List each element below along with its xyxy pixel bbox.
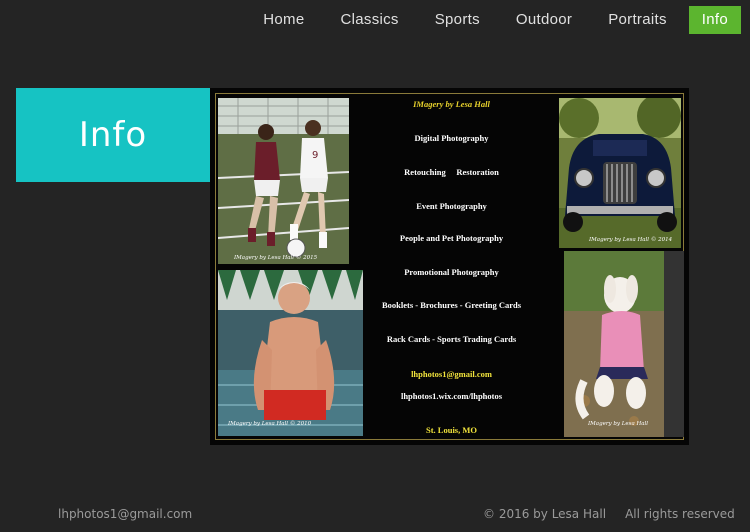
page-title: Info: [78, 115, 148, 155]
svg-text:9: 9: [312, 150, 318, 161]
nav-outdoor[interactable]: Outdoor: [498, 6, 590, 34]
flyer-heading: IMagery by Lesa Hall: [413, 99, 490, 109]
flyer-email: lhphotos1@gmail.com: [411, 369, 492, 379]
car-photo: IMagery by Lesa Hall © 2014: [559, 98, 681, 248]
flyer-service-5: Promotional Photography: [404, 267, 499, 277]
flyer-service-4: People and Pet Photography: [399, 233, 504, 243]
flyer-location: St. Louis, MO: [425, 425, 477, 435]
dog-caption: IMagery by Lesa Hall: [588, 421, 649, 427]
info-title-box: Info: [16, 88, 210, 182]
nav-classics[interactable]: Classics: [322, 6, 416, 34]
soccer-caption: IMagery by Lesa Hall © 2015: [234, 255, 318, 261]
nav-info[interactable]: Info: [688, 6, 741, 34]
footer-email[interactable]: lhphotos1@gmail.com: [58, 507, 192, 521]
flyer-service-6: Booklets - Brochures - Greeting Cards: [381, 300, 522, 310]
flyer-service-1: Digital Photography: [414, 133, 489, 143]
info-flyer-image: 9 IMagery by Lesa Hall © 2015 IMagery by…: [210, 88, 689, 445]
nav-home[interactable]: Home: [245, 6, 322, 34]
nav-portraits[interactable]: Portraits: [590, 6, 685, 34]
footer-copyright: © 2016 by Lesa Hall All rights reserved …: [483, 507, 750, 521]
car-caption: IMagery by Lesa Hall © 2014: [589, 237, 673, 243]
dog-photo: IMagery by Lesa Hall: [564, 251, 684, 437]
flyer-service-3: Event Photography: [416, 201, 487, 211]
swimmer-caption: IMagery by Lesa Hall © 2010: [228, 421, 312, 427]
main-nav: Home Classics Sports Outdoor Portraits I…: [245, 6, 750, 34]
nav-sports[interactable]: Sports: [417, 6, 498, 34]
swimmer-photo: IMagery by Lesa Hall © 2010: [218, 270, 363, 436]
flyer-website: lhphotos1.wix.com/lhphotos: [400, 391, 503, 401]
soccer-photo: 9 IMagery by Lesa Hall © 2015: [218, 98, 349, 264]
flyer-service-2: Retouching Restoration: [404, 167, 499, 177]
flyer-service-7: Rack Cards - Sports Trading Cards: [386, 334, 517, 344]
